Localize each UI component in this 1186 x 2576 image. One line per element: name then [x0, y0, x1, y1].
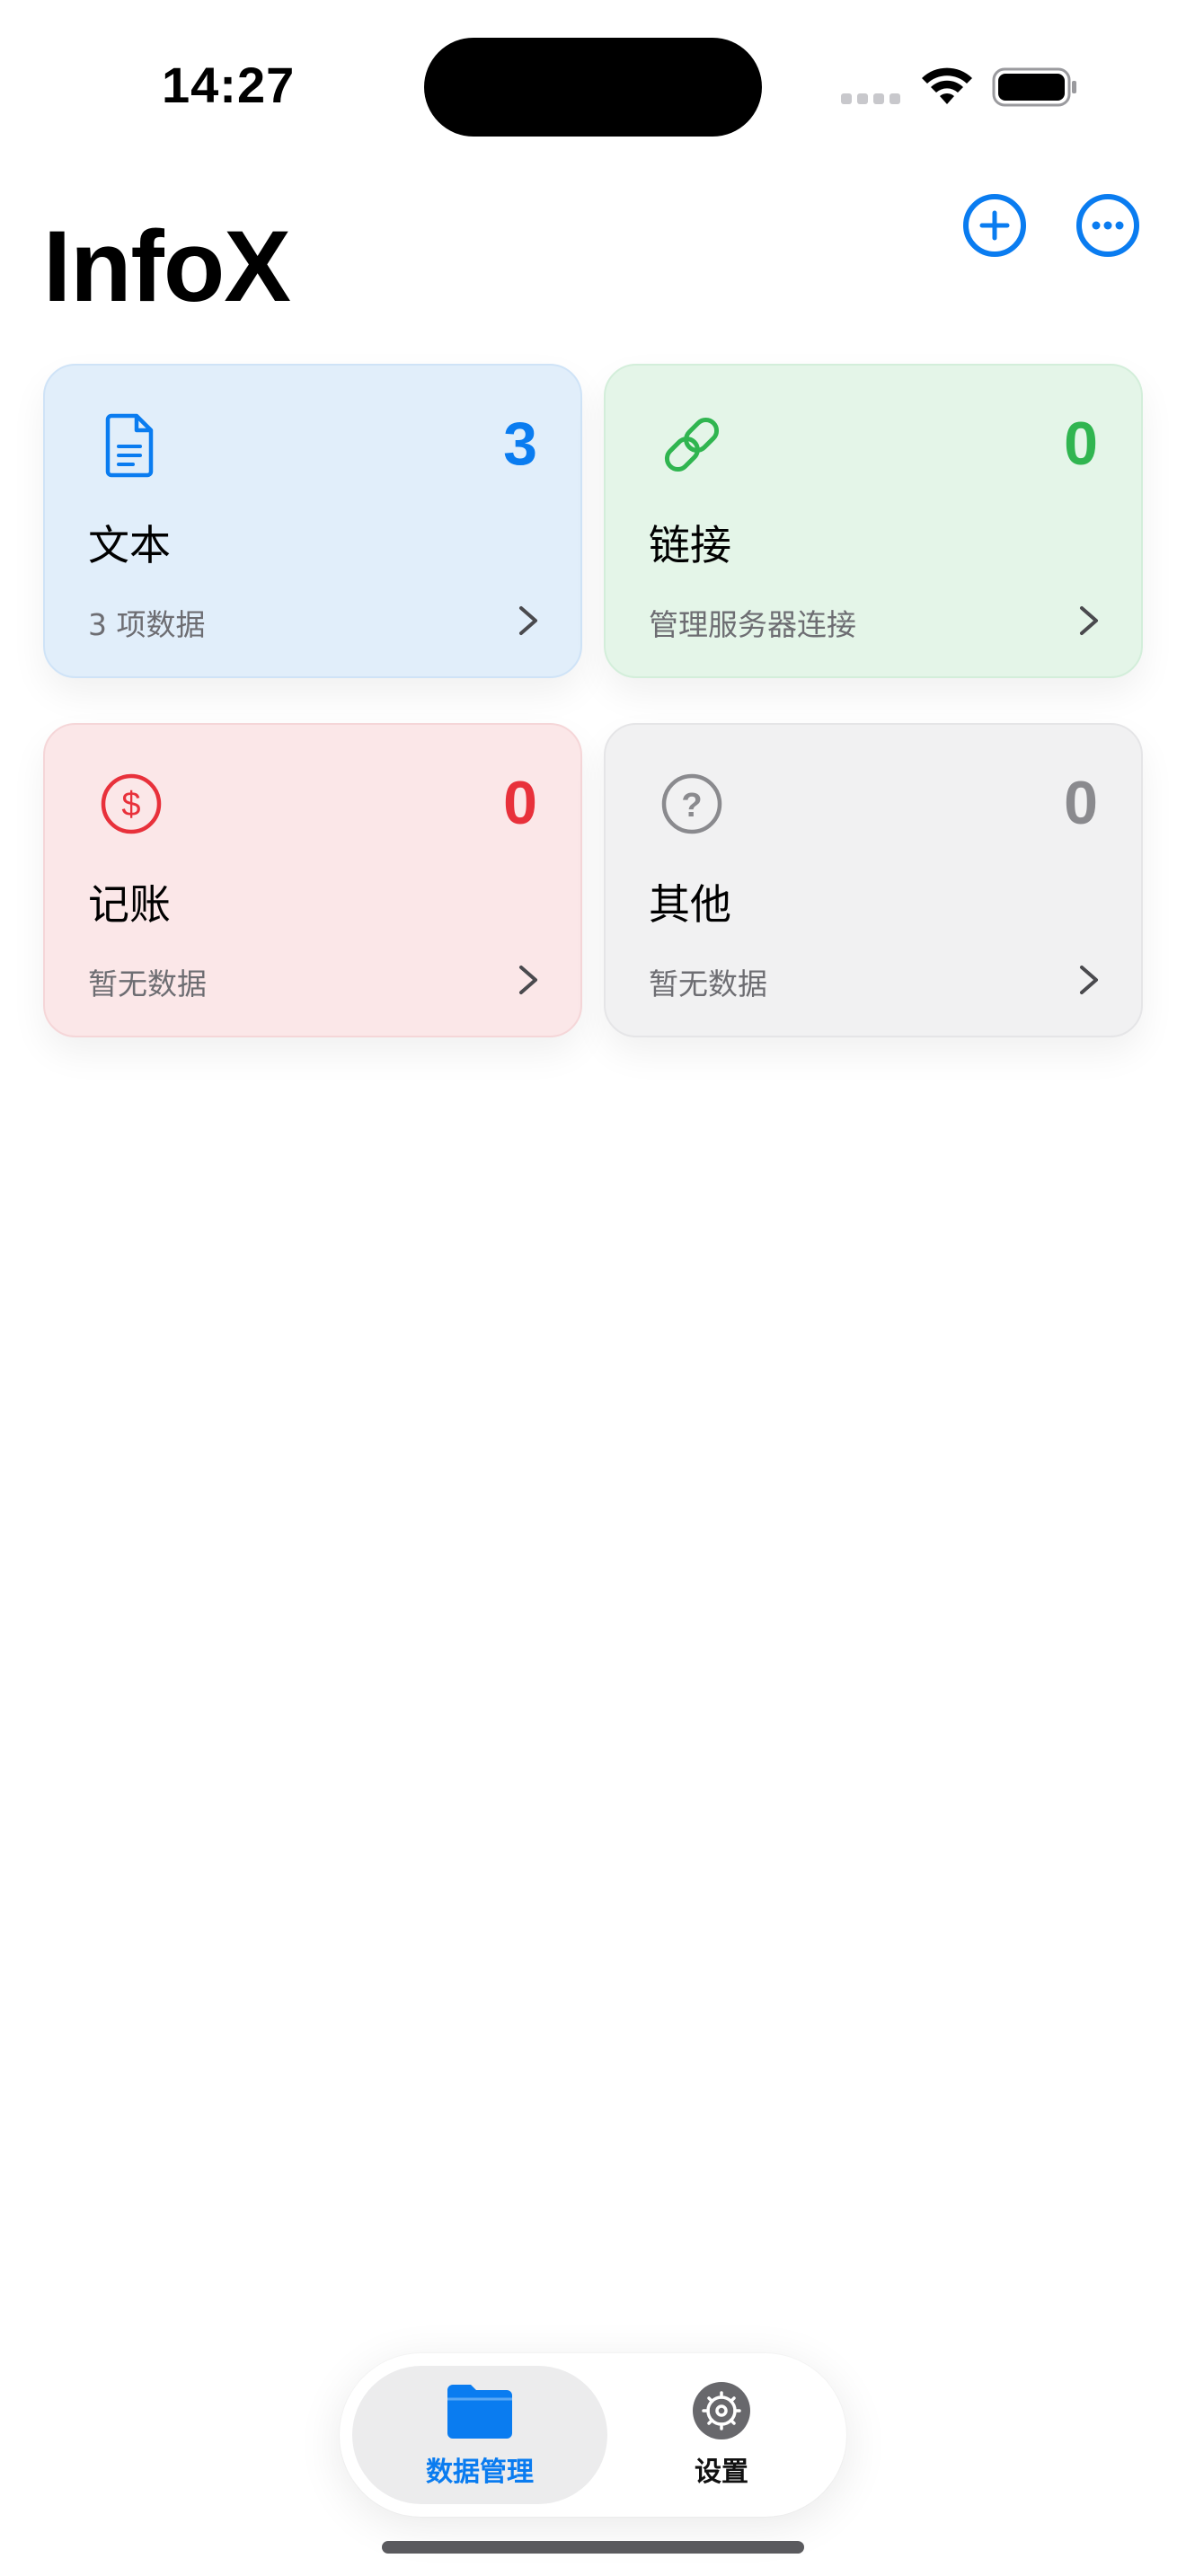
- chevron-right-icon: [519, 966, 537, 994]
- svg-text:$: $: [121, 786, 140, 824]
- chevron-right-icon: [519, 606, 537, 635]
- tab-data-management[interactable]: 数据管理: [352, 2366, 607, 2504]
- chevron-right-icon: [1080, 966, 1098, 994]
- tab-label: 设置: [695, 2457, 748, 2488]
- cellular-signal-icon: [841, 93, 900, 104]
- category-card-money[interactable]: $ 0 记账 暂无数据: [43, 723, 582, 1037]
- wifi-icon: [922, 67, 972, 104]
- category-card-other[interactable]: ? 0 其他 暂无数据: [604, 723, 1143, 1037]
- svg-text:?: ?: [681, 787, 702, 825]
- dollar-circle-icon: $: [101, 773, 162, 834]
- card-subtitle: 3 项数据: [88, 607, 206, 642]
- tab-label: 数据管理: [426, 2457, 534, 2488]
- chevron-right-icon: [1080, 606, 1098, 635]
- question-circle-icon: ?: [661, 773, 722, 834]
- card-title: 记账: [88, 880, 171, 929]
- add-button[interactable]: [963, 194, 1026, 257]
- home-indicator[interactable]: [382, 2541, 804, 2554]
- card-count: 0: [1064, 410, 1098, 478]
- status-bar: 14:27: [0, 0, 1186, 171]
- card-subtitle: 暂无数据: [88, 966, 207, 1001]
- card-title: 链接: [649, 521, 731, 569]
- status-time: 14:27: [162, 57, 296, 113]
- card-subtitle: 管理服务器连接: [649, 607, 856, 642]
- category-card-text[interactable]: 3 文本 3 项数据: [43, 364, 582, 678]
- card-subtitle: 暂无数据: [649, 966, 767, 1001]
- plus-icon: [979, 210, 1010, 241]
- page-title: InfoX: [43, 210, 291, 322]
- link-icon: [664, 417, 720, 472]
- card-title: 文本: [88, 521, 171, 569]
- ellipsis-icon: [1092, 221, 1124, 230]
- tab-settings[interactable]: 设置: [609, 2366, 834, 2504]
- gear-icon: [693, 2382, 750, 2439]
- document-icon: [105, 413, 154, 478]
- card-title: 其他: [649, 880, 731, 929]
- card-count: 0: [1064, 769, 1098, 837]
- more-button[interactable]: [1076, 194, 1139, 257]
- tab-bar: 数据管理 设置: [340, 2353, 846, 2517]
- card-count: 3: [503, 410, 537, 478]
- category-card-link[interactable]: 0 链接 管理服务器连接: [604, 364, 1143, 678]
- dynamic-island: [424, 38, 762, 137]
- card-count: 0: [503, 769, 537, 837]
- folder-icon: [447, 2385, 512, 2439]
- battery-icon: [992, 67, 1076, 107]
